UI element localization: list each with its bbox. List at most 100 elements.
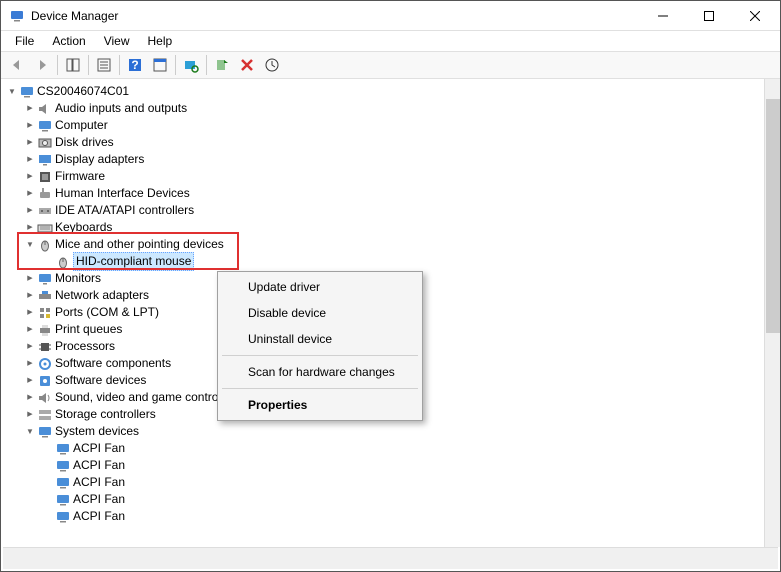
tree-category[interactable]: ▶ Human Interface Devices bbox=[1, 185, 780, 202]
node-label: Processors bbox=[55, 338, 115, 355]
context-update-driver[interactable]: Update driver bbox=[220, 274, 420, 300]
tree-category[interactable]: ▶ Firmware bbox=[1, 168, 780, 185]
menu-file[interactable]: File bbox=[7, 32, 42, 50]
expander-icon[interactable]: ▼ bbox=[5, 83, 19, 100]
storage-icon bbox=[37, 407, 53, 423]
expander-icon[interactable]: ▶ bbox=[23, 219, 37, 236]
properties-button[interactable] bbox=[92, 53, 116, 77]
node-label: ACPI Fan bbox=[73, 491, 125, 508]
tree-device[interactable]: ACPI Fan bbox=[1, 457, 780, 474]
expander-icon[interactable]: ▶ bbox=[23, 117, 37, 134]
node-label: Sound, video and game controllers bbox=[55, 389, 240, 406]
keyboard-icon bbox=[37, 220, 53, 236]
expander-icon[interactable]: ▶ bbox=[23, 270, 37, 287]
expander-icon[interactable]: ▶ bbox=[23, 134, 37, 151]
expander-icon[interactable]: ▶ bbox=[23, 304, 37, 321]
expander-icon[interactable]: ▼ bbox=[23, 236, 37, 253]
forward-button[interactable] bbox=[30, 53, 54, 77]
tree-category[interactable]: ▶ Computer bbox=[1, 117, 780, 134]
mouse-icon bbox=[37, 237, 53, 253]
context-disable-device[interactable]: Disable device bbox=[220, 300, 420, 326]
node-label: Software devices bbox=[55, 372, 146, 389]
tree-category[interactable]: ▼ System devices bbox=[1, 423, 780, 440]
softcomp-icon bbox=[37, 356, 53, 372]
menu-action[interactable]: Action bbox=[44, 32, 93, 50]
close-button[interactable] bbox=[732, 1, 778, 30]
expander-icon[interactable]: ▶ bbox=[23, 202, 37, 219]
show-hide-tree-button[interactable] bbox=[61, 53, 85, 77]
menu-help[interactable]: Help bbox=[140, 32, 181, 50]
toolbar-separator bbox=[57, 55, 58, 75]
tree-category[interactable]: ▶ Display adapters bbox=[1, 151, 780, 168]
uninstall-button[interactable] bbox=[235, 53, 259, 77]
sound-icon bbox=[37, 390, 53, 406]
tree-category[interactable]: ▶ Disk drives bbox=[1, 134, 780, 151]
node-label: ACPI Fan bbox=[73, 508, 125, 525]
tree-device[interactable]: ACPI Fan bbox=[1, 474, 780, 491]
node-label: ACPI Fan bbox=[73, 457, 125, 474]
expander-icon[interactable]: ▶ bbox=[23, 100, 37, 117]
tree-root[interactable]: ▼ CS20046074C01 bbox=[1, 83, 780, 100]
expander-icon[interactable]: ▶ bbox=[23, 406, 37, 423]
scan-button[interactable] bbox=[179, 53, 203, 77]
expander-icon[interactable]: ▶ bbox=[23, 338, 37, 355]
expander-icon[interactable]: ▶ bbox=[23, 372, 37, 389]
action-button[interactable] bbox=[148, 53, 172, 77]
node-label: Software components bbox=[55, 355, 171, 372]
node-label: Keyboards bbox=[55, 219, 112, 236]
context-scan-hardware[interactable]: Scan for hardware changes bbox=[220, 359, 420, 385]
node-label: Ports (COM & LPT) bbox=[55, 304, 159, 321]
context-properties[interactable]: Properties bbox=[220, 392, 420, 418]
context-separator bbox=[222, 355, 418, 356]
tree-category[interactable]: ▶ Keyboards bbox=[1, 219, 780, 236]
node-label: Audio inputs and outputs bbox=[55, 100, 187, 117]
expander-icon[interactable]: ▶ bbox=[23, 355, 37, 372]
titlebar: Device Manager bbox=[1, 1, 780, 31]
tree-device[interactable]: ACPI Fan bbox=[1, 491, 780, 508]
node-label: Human Interface Devices bbox=[55, 185, 190, 202]
expander-icon[interactable]: ▶ bbox=[23, 321, 37, 338]
computer-icon bbox=[37, 118, 53, 134]
disk-icon bbox=[37, 135, 53, 151]
audio-icon bbox=[37, 101, 53, 117]
expander-icon[interactable]: ▶ bbox=[23, 287, 37, 304]
content-area: ▼ CS20046074C01 ▶ Audio inputs and outpu… bbox=[1, 79, 780, 547]
tree-device[interactable]: ACPI Fan bbox=[1, 440, 780, 457]
system-icon bbox=[55, 441, 71, 457]
node-label: Disk drives bbox=[55, 134, 114, 151]
firmware-icon bbox=[37, 169, 53, 185]
tree-category[interactable]: ▼ Mice and other pointing devices bbox=[1, 236, 780, 253]
tree-device[interactable]: ACPI Fan bbox=[1, 508, 780, 525]
minimize-button[interactable] bbox=[640, 1, 686, 30]
monitor-icon bbox=[37, 271, 53, 287]
expander-icon[interactable]: ▶ bbox=[23, 389, 37, 406]
expander-icon[interactable]: ▶ bbox=[23, 185, 37, 202]
update-button[interactable] bbox=[260, 53, 284, 77]
scrollbar-thumb[interactable] bbox=[766, 99, 780, 333]
enable-button[interactable] bbox=[210, 53, 234, 77]
computer-icon bbox=[19, 84, 35, 100]
node-label: CS20046074C01 bbox=[37, 83, 129, 100]
expander-icon[interactable]: ▶ bbox=[23, 168, 37, 185]
system-icon bbox=[55, 475, 71, 491]
tree-category[interactable]: ▶ IDE ATA/ATAPI controllers bbox=[1, 202, 780, 219]
context-separator bbox=[222, 388, 418, 389]
node-label: Monitors bbox=[55, 270, 101, 287]
menu-view[interactable]: View bbox=[96, 32, 138, 50]
expander-icon[interactable]: ▶ bbox=[23, 151, 37, 168]
node-label: ACPI Fan bbox=[73, 440, 125, 457]
toolbar: ? bbox=[1, 51, 780, 79]
back-button[interactable] bbox=[5, 53, 29, 77]
expander-icon[interactable]: ▼ bbox=[23, 423, 37, 440]
tree-category[interactable]: ▶ Audio inputs and outputs bbox=[1, 100, 780, 117]
statusbar bbox=[3, 547, 778, 569]
node-label: Firmware bbox=[55, 168, 105, 185]
hid-icon bbox=[37, 186, 53, 202]
tree-device[interactable]: HID-compliant mouse bbox=[1, 253, 780, 270]
context-uninstall-device[interactable]: Uninstall device bbox=[220, 326, 420, 352]
node-label: Display adapters bbox=[55, 151, 144, 168]
help-button[interactable]: ? bbox=[123, 53, 147, 77]
node-label: Network adapters bbox=[55, 287, 149, 304]
maximize-button[interactable] bbox=[686, 1, 732, 30]
vertical-scrollbar[interactable] bbox=[764, 79, 780, 547]
